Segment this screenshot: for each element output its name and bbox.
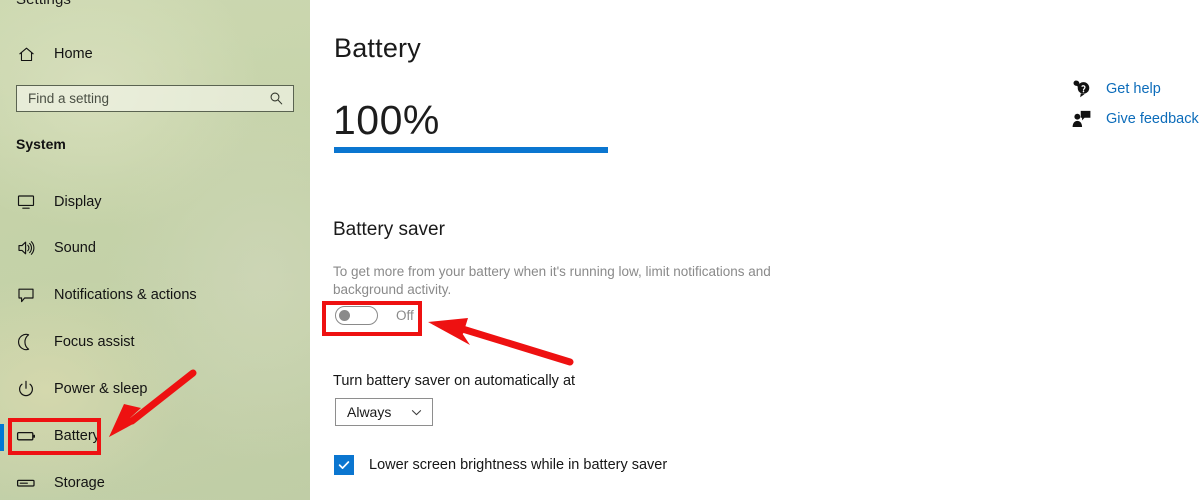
give-feedback-link[interactable]: Give feedback [1070, 110, 1199, 128]
search-input-placeholder: Find a setting [28, 91, 110, 106]
auto-enable-dropdown-value: Always [347, 404, 392, 420]
chevron-down-icon [410, 406, 423, 419]
settings-window: Settings Home Find a setting System [0, 0, 1199, 500]
battery-saver-description: To get more from your battery when it's … [333, 264, 771, 297]
sidebar-item-display-label: Display [54, 194, 102, 210]
power-icon [8, 379, 44, 399]
app-title: Settings [16, 0, 71, 8]
sidebar-item-home-label: Home [54, 46, 93, 62]
sidebar-item-focus-assist[interactable]: Focus assist [0, 324, 298, 360]
give-feedback-link-label: Give feedback [1106, 111, 1199, 127]
sidebar-item-power-sleep[interactable]: Power & sleep [0, 371, 298, 407]
speaker-icon [8, 238, 44, 258]
auto-enable-dropdown[interactable]: Always [335, 398, 433, 426]
sidebar-item-storage[interactable]: Storage [0, 465, 298, 500]
search-input[interactable]: Find a setting [16, 85, 294, 112]
drive-icon [8, 473, 44, 493]
sidebar-item-power-sleep-label: Power & sleep [54, 381, 148, 397]
chat-bubble-icon [8, 285, 44, 305]
get-help-link-label: Get help [1106, 81, 1161, 97]
search-icon[interactable] [269, 91, 284, 106]
battery-saver-toggle[interactable]: Off [335, 306, 414, 325]
lower-brightness-row[interactable]: Lower screen brightness while in battery… [334, 455, 667, 475]
sidebar: Settings Home Find a setting System [0, 0, 310, 500]
battery-saver-toggle-knob [339, 310, 350, 321]
sidebar-item-home[interactable]: Home [0, 40, 298, 68]
sidebar-group-heading: System [16, 136, 66, 152]
auto-enable-label: Turn battery saver on automatically at [333, 373, 576, 389]
sidebar-item-storage-label: Storage [54, 475, 105, 491]
battery-level-bar [334, 147, 608, 153]
battery-saver-toggle-track[interactable] [335, 306, 378, 325]
home-icon [8, 45, 44, 64]
get-help-link[interactable]: Get help [1070, 80, 1161, 98]
sidebar-item-battery-label: Battery [54, 428, 100, 444]
sidebar-item-notifications[interactable]: Notifications & actions [0, 277, 298, 313]
help-bubble-icon [1070, 80, 1092, 98]
moon-icon [8, 332, 44, 352]
sidebar-item-focus-assist-label: Focus assist [54, 334, 135, 350]
main-content: Battery 100% Battery saver To get more f… [310, 0, 1199, 500]
sidebar-item-sound[interactable]: Sound [0, 230, 298, 266]
sidebar-item-display[interactable]: Display [0, 184, 298, 220]
lower-brightness-label: Lower screen brightness while in battery… [369, 457, 668, 473]
feedback-person-icon [1070, 110, 1092, 128]
lower-brightness-checkbox[interactable] [334, 455, 354, 475]
sidebar-item-battery[interactable]: Battery [0, 418, 298, 454]
sidebar-scrollbar[interactable] [297, 0, 302, 500]
battery-saver-toggle-state-label: Off [396, 308, 414, 323]
monitor-icon [8, 192, 44, 212]
battery-level-text: 100% [333, 97, 440, 143]
sidebar-item-sound-label: Sound [54, 240, 96, 256]
page-title: Battery [334, 33, 421, 63]
battery-level-bar-fill [334, 147, 608, 153]
battery-saver-heading: Battery saver [333, 219, 445, 240]
battery-icon [8, 426, 44, 446]
sidebar-item-notifications-label: Notifications & actions [54, 287, 197, 303]
